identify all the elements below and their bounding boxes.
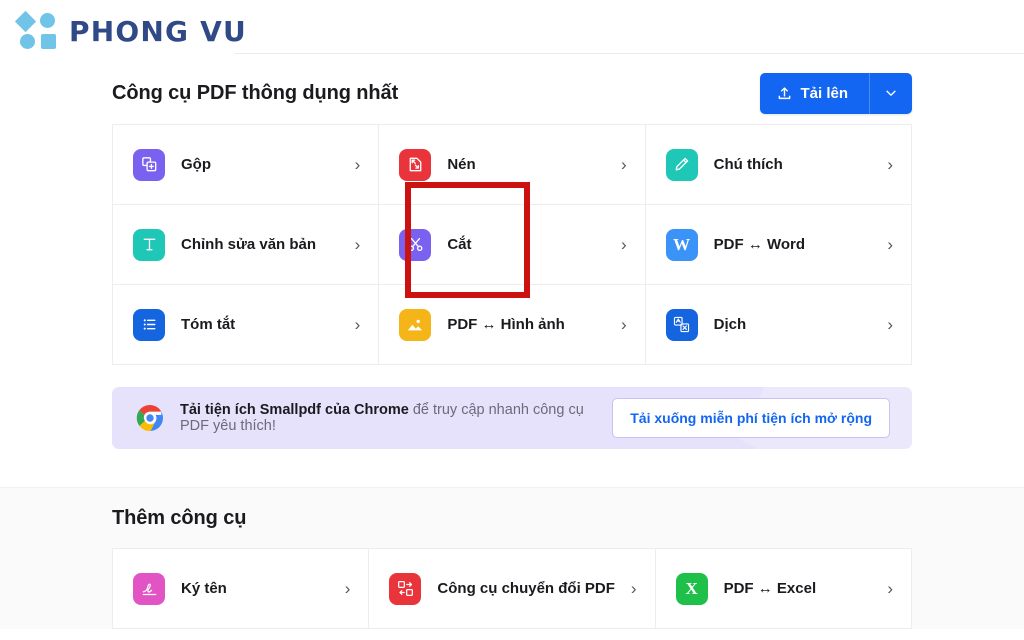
upload-dropdown-toggle[interactable]	[870, 72, 912, 114]
brand-logo[interactable]: PHONG VU	[14, 10, 247, 50]
upload-icon	[777, 86, 792, 101]
chevron-down-icon	[884, 86, 898, 100]
summary-icon	[133, 308, 165, 341]
chevron-right-icon: ›	[630, 579, 637, 598]
signature-icon	[133, 572, 165, 605]
popular-tools-grid: Gộp › Nén › Chú thích › Chỉnh sửa văn bả…	[112, 124, 912, 365]
header-divider	[235, 53, 1024, 54]
tool-card-pdf-excel[interactable]: X PDF ↔ Excel ›	[655, 549, 912, 629]
tool-label: PDF ↔ Hình ảnh	[447, 316, 565, 333]
upload-split-button[interactable]: Tải lên	[760, 72, 912, 114]
chevron-right-icon: ›	[620, 235, 627, 254]
word-icon: W	[665, 228, 698, 261]
tool-label: Cắt	[447, 236, 472, 253]
download-extension-button[interactable]: Tải xuống miễn phí tiện ích mở rộng	[612, 398, 890, 438]
scissors-icon	[399, 228, 432, 261]
tool-label: Dịch	[713, 316, 747, 333]
banner-message-bold: Tải tiện ích Smallpdf của Chrome	[180, 402, 409, 418]
excel-icon: X	[675, 572, 708, 605]
chevron-right-icon: ›	[887, 315, 893, 334]
page-title: Công cụ PDF thông dụng nhất	[112, 81, 399, 104]
convert-icon	[389, 572, 422, 605]
tool-card-edit-text[interactable]: Chỉnh sửa văn bản ›	[113, 205, 380, 285]
page-body: Công cụ PDF thông dụng nhất Tải lên Gộp …	[0, 62, 1024, 640]
chevron-right-icon: ›	[344, 579, 351, 598]
tool-card-pdf-word[interactable]: W PDF ↔ Word ›	[645, 205, 912, 285]
brand-name: PHONG VU	[69, 14, 247, 48]
upload-button[interactable]: Tải lên	[760, 72, 869, 114]
chevron-right-icon: ›	[620, 155, 627, 174]
tool-card-split[interactable]: Cắt ›	[379, 205, 646, 285]
logo-circle-top-shape	[40, 13, 55, 28]
tool-card-compress[interactable]: Nén ›	[379, 125, 646, 205]
chevron-right-icon: ›	[887, 235, 893, 254]
chevron-right-icon: ›	[887, 579, 893, 598]
pencil-icon	[665, 148, 698, 181]
chevron-right-icon: ›	[354, 315, 361, 334]
chrome-icon	[136, 404, 164, 432]
tool-label: PDF ↔ Word	[713, 236, 806, 253]
tool-card-annotate[interactable]: Chú thích ›	[645, 125, 912, 205]
tool-card-summarize[interactable]: Tóm tắt ›	[113, 285, 380, 365]
tool-label: Tóm tắt	[181, 316, 236, 333]
tool-card-sign[interactable]: Ký tên ›	[113, 549, 370, 629]
tool-label: Nén	[447, 156, 476, 173]
tool-card-merge[interactable]: Gộp ›	[113, 125, 380, 205]
upload-button-label: Tải lên	[800, 84, 848, 102]
more-tools-section: Thêm công cụ Ký tên › Công cụ chuyển đổi…	[0, 487, 1024, 629]
tool-card-translate[interactable]: Dịch ›	[645, 285, 912, 365]
tool-label: Chỉnh sửa văn bản	[181, 236, 317, 253]
popular-tools-section: Công cụ PDF thông dụng nhất Tải lên Gộp …	[0, 62, 1024, 449]
compress-icon	[399, 148, 432, 181]
tool-label: Gộp	[181, 156, 211, 173]
chrome-extension-banner: Tải tiện ích Smallpdf của Chrome để truy…	[112, 387, 912, 449]
tool-card-pdf-converter[interactable]: Công cụ chuyển đổi PDF ›	[369, 549, 656, 629]
tool-card-pdf-image[interactable]: PDF ↔ Hình ảnh ›	[379, 285, 646, 365]
tool-label: Ký tên	[181, 580, 227, 597]
text-edit-icon	[133, 228, 165, 261]
logo-square-shape	[41, 34, 56, 49]
chevron-right-icon: ›	[354, 235, 361, 254]
logo-circle-bottom-shape	[20, 34, 35, 49]
popular-tools-header: Công cụ PDF thông dụng nhất Tải lên	[112, 62, 912, 124]
translate-icon	[665, 308, 698, 341]
chevron-right-icon: ›	[354, 155, 361, 174]
chevron-right-icon: ›	[620, 315, 627, 334]
chevron-right-icon: ›	[887, 155, 893, 174]
tool-label: PDF ↔ Excel	[723, 580, 817, 597]
app-header: PHONG VU	[0, 0, 1024, 62]
tool-label: Chú thích	[713, 156, 783, 173]
merge-icon	[133, 148, 165, 181]
more-tools-grid: Ký tên › Công cụ chuyển đổi PDF › X PDF …	[112, 548, 912, 629]
tool-label: Công cụ chuyển đổi PDF	[437, 580, 615, 597]
more-tools-header: Thêm công cụ	[112, 488, 912, 548]
phongvu-logo-icon	[14, 10, 58, 50]
image-icon	[399, 308, 432, 341]
logo-diamond-shape	[14, 10, 37, 33]
more-tools-title: Thêm công cụ	[112, 506, 247, 529]
banner-message: Tải tiện ích Smallpdf của Chrome để truy…	[180, 402, 596, 434]
